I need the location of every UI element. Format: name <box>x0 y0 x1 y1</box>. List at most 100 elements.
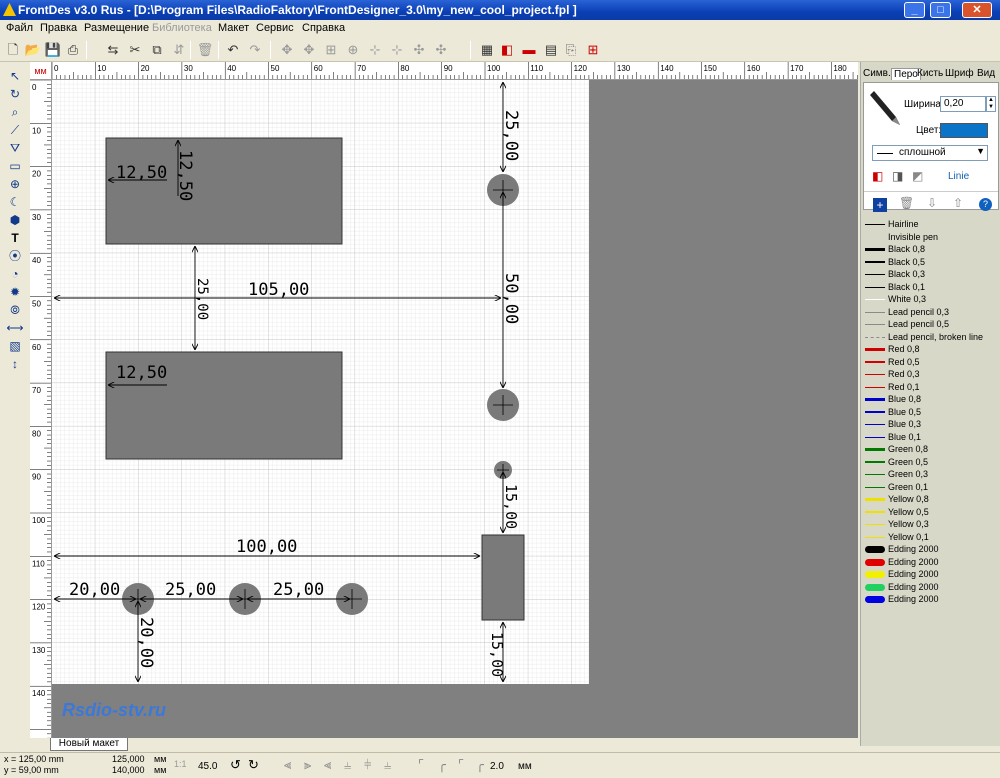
distribute-h-icon[interactable]: ⊹ <box>366 41 384 59</box>
menu-service[interactable]: Сервис <box>256 22 294 34</box>
minimize-button[interactable]: _ <box>904 2 925 18</box>
ungroup-icon[interactable]: ✥ <box>300 41 318 59</box>
dimension-label[interactable]: 25,00 <box>273 580 324 600</box>
line-style-item[interactable]: Yellow 0,1 <box>865 531 997 543</box>
step-value[interactable]: 2.0 <box>490 761 504 772</box>
dimension-label[interactable]: 25,00 <box>501 110 521 161</box>
color-icon[interactable]: ◧ <box>498 41 516 59</box>
menu-library[interactable]: Библиотека <box>152 22 212 34</box>
line-style-item[interactable]: Edding 2000 <box>865 568 997 580</box>
line-style-item[interactable]: Black 0,3 <box>865 268 997 280</box>
copy-icon[interactable]: ⧉ <box>148 41 166 59</box>
distribute-v-icon[interactable]: ⊹ <box>388 41 406 59</box>
angle-value[interactable]: 45.0 <box>198 761 217 772</box>
tab-new-layout[interactable]: Новый макет <box>50 738 128 751</box>
tab-brush[interactable]: Кисть <box>917 68 943 79</box>
text-tool-icon[interactable]: T <box>6 230 24 246</box>
preview-icon[interactable]: ⎘ <box>562 41 580 59</box>
tab-font[interactable]: Шриф <box>945 68 974 79</box>
dimension-label[interactable]: 20,00 <box>69 580 120 600</box>
dimension-tool-icon[interactable]: ⟷ <box>6 320 24 336</box>
spread-icon[interactable]: ✣ <box>410 41 428 59</box>
color-swatch[interactable] <box>940 123 988 138</box>
select-tool-icon[interactable]: ↖ <box>6 68 24 84</box>
line-style-item[interactable]: Blue 0,8 <box>865 393 997 405</box>
line-style-item[interactable]: Hairline <box>865 218 997 230</box>
line-tool-icon[interactable]: ⟋ <box>6 122 24 138</box>
line-style-item[interactable]: Green 0,5 <box>865 456 997 468</box>
new-file-icon[interactable]: 🗋 <box>4 41 22 59</box>
front-panel-icon[interactable]: ▬ <box>520 41 538 59</box>
align-bottom-icon[interactable]: ⫨ <box>384 757 391 773</box>
corner-icon[interactable]: ⌜ <box>418 757 424 773</box>
dimension-label[interactable]: 15,00 <box>488 632 506 677</box>
align-middle-icon[interactable]: ⫩ <box>364 757 371 773</box>
vertical-dimension-tool-icon[interactable]: ↕ <box>6 356 24 372</box>
rect-cutout[interactable] <box>481 534 525 621</box>
line-style-select[interactable]: сплошной ▼ <box>872 145 988 161</box>
polygon-tool-icon[interactable]: ⛛ <box>6 140 24 156</box>
line-style-item[interactable]: Red 0,1 <box>865 381 997 393</box>
line-style-item[interactable]: Green 0,3 <box>865 468 997 480</box>
delete-icon[interactable]: 🗑 <box>196 41 214 59</box>
dimension-label[interactable]: 50,00 <box>501 273 521 324</box>
grid-icon[interactable]: ▦ <box>478 41 496 59</box>
cut-icon[interactable]: ✂ <box>126 41 144 59</box>
dimension-label[interactable]: 12,50 <box>175 150 195 201</box>
redo-icon[interactable]: ↷ <box>246 41 264 59</box>
line-style-item[interactable]: Blue 0,3 <box>865 418 997 430</box>
line-style-item[interactable]: Invisible pen <box>865 231 997 243</box>
line-style-item[interactable]: Green 0,8 <box>865 443 997 455</box>
rotate-cw-icon[interactable]: ↻ <box>248 757 259 773</box>
delete-icon[interactable]: 🗑 <box>899 196 914 210</box>
arc-tool-icon[interactable]: ☾ <box>6 194 24 210</box>
line-style-item[interactable]: Green 0,1 <box>865 481 997 493</box>
dimension-label[interactable]: 105,00 <box>248 280 309 300</box>
line-style-item[interactable]: Lead pencil 0,3 <box>865 306 997 318</box>
line-style-item[interactable]: Edding 2000 <box>865 556 997 568</box>
print-icon[interactable]: ⎙ <box>64 41 82 59</box>
align-right-icon[interactable]: ⫷ <box>324 757 331 773</box>
line-style-item[interactable]: Black 0,8 <box>865 243 997 255</box>
menu-file[interactable]: Файл <box>6 22 33 34</box>
rect-cutout[interactable] <box>105 137 343 245</box>
rotate-ccw-icon[interactable]: ↺ <box>230 757 241 773</box>
drill-tool-icon[interactable]: ⦿ <box>6 248 24 264</box>
add-icon[interactable]: + <box>873 198 887 212</box>
mirror-icon[interactable]: ⇆ <box>104 41 122 59</box>
menu-layout[interactable]: Макет <box>218 22 249 34</box>
help-icon[interactable]: ? <box>979 198 992 211</box>
chevron-down-icon[interactable]: ▼ <box>976 146 985 156</box>
line-style-item[interactable]: Red 0,8 <box>865 343 997 355</box>
line-style-item[interactable]: Edding 2000 <box>865 581 997 593</box>
round-corner-icon[interactable]: ╭ <box>438 757 446 773</box>
arrow-up-icon[interactable]: ⇧ <box>953 196 963 210</box>
rotate-tool-icon[interactable]: ↻ <box>6 86 24 102</box>
arrange-icon[interactable]: ✣ <box>432 41 450 59</box>
line-style-item[interactable]: Yellow 0,5 <box>865 506 997 518</box>
style-icon[interactable]: ◩ <box>912 169 923 183</box>
line-style-item[interactable]: White 0,3 <box>865 293 997 305</box>
linie-link[interactable]: Linie <box>948 171 969 182</box>
dimension-label[interactable]: 25,00 <box>194 278 210 320</box>
maximize-button[interactable]: □ <box>930 2 951 18</box>
dial-tool-icon[interactable]: ✹ <box>6 284 24 300</box>
width-input[interactable]: 0,20 <box>940 96 986 112</box>
close-button[interactable]: ✕ <box>962 2 992 18</box>
line-style-item[interactable]: Edding 2000 <box>865 543 997 555</box>
line-style-item[interactable]: Black 0,1 <box>865 281 997 293</box>
dimension-label[interactable]: 25,00 <box>165 580 216 600</box>
line-style-item[interactable]: Yellow 0,3 <box>865 518 997 530</box>
rectangle-tool-icon[interactable]: ▭ <box>6 158 24 174</box>
undo-icon[interactable]: ↶ <box>224 41 242 59</box>
paste-icon[interactable]: ⇵ <box>170 41 188 59</box>
dimension-label[interactable]: 100,00 <box>236 537 297 557</box>
align-center-icon[interactable]: ⫸ <box>304 757 311 773</box>
save-icon[interactable]: 💾 <box>44 41 62 59</box>
radius-icon[interactable]: ╭ <box>476 757 484 773</box>
tab-view[interactable]: Вид <box>977 68 995 79</box>
dimension-label[interactable]: 12,50 <box>116 163 167 183</box>
hole-tool-icon[interactable]: ⬢ <box>6 212 24 228</box>
menu-placement[interactable]: Размещение <box>84 22 149 34</box>
group-icon[interactable]: ✥ <box>278 41 296 59</box>
